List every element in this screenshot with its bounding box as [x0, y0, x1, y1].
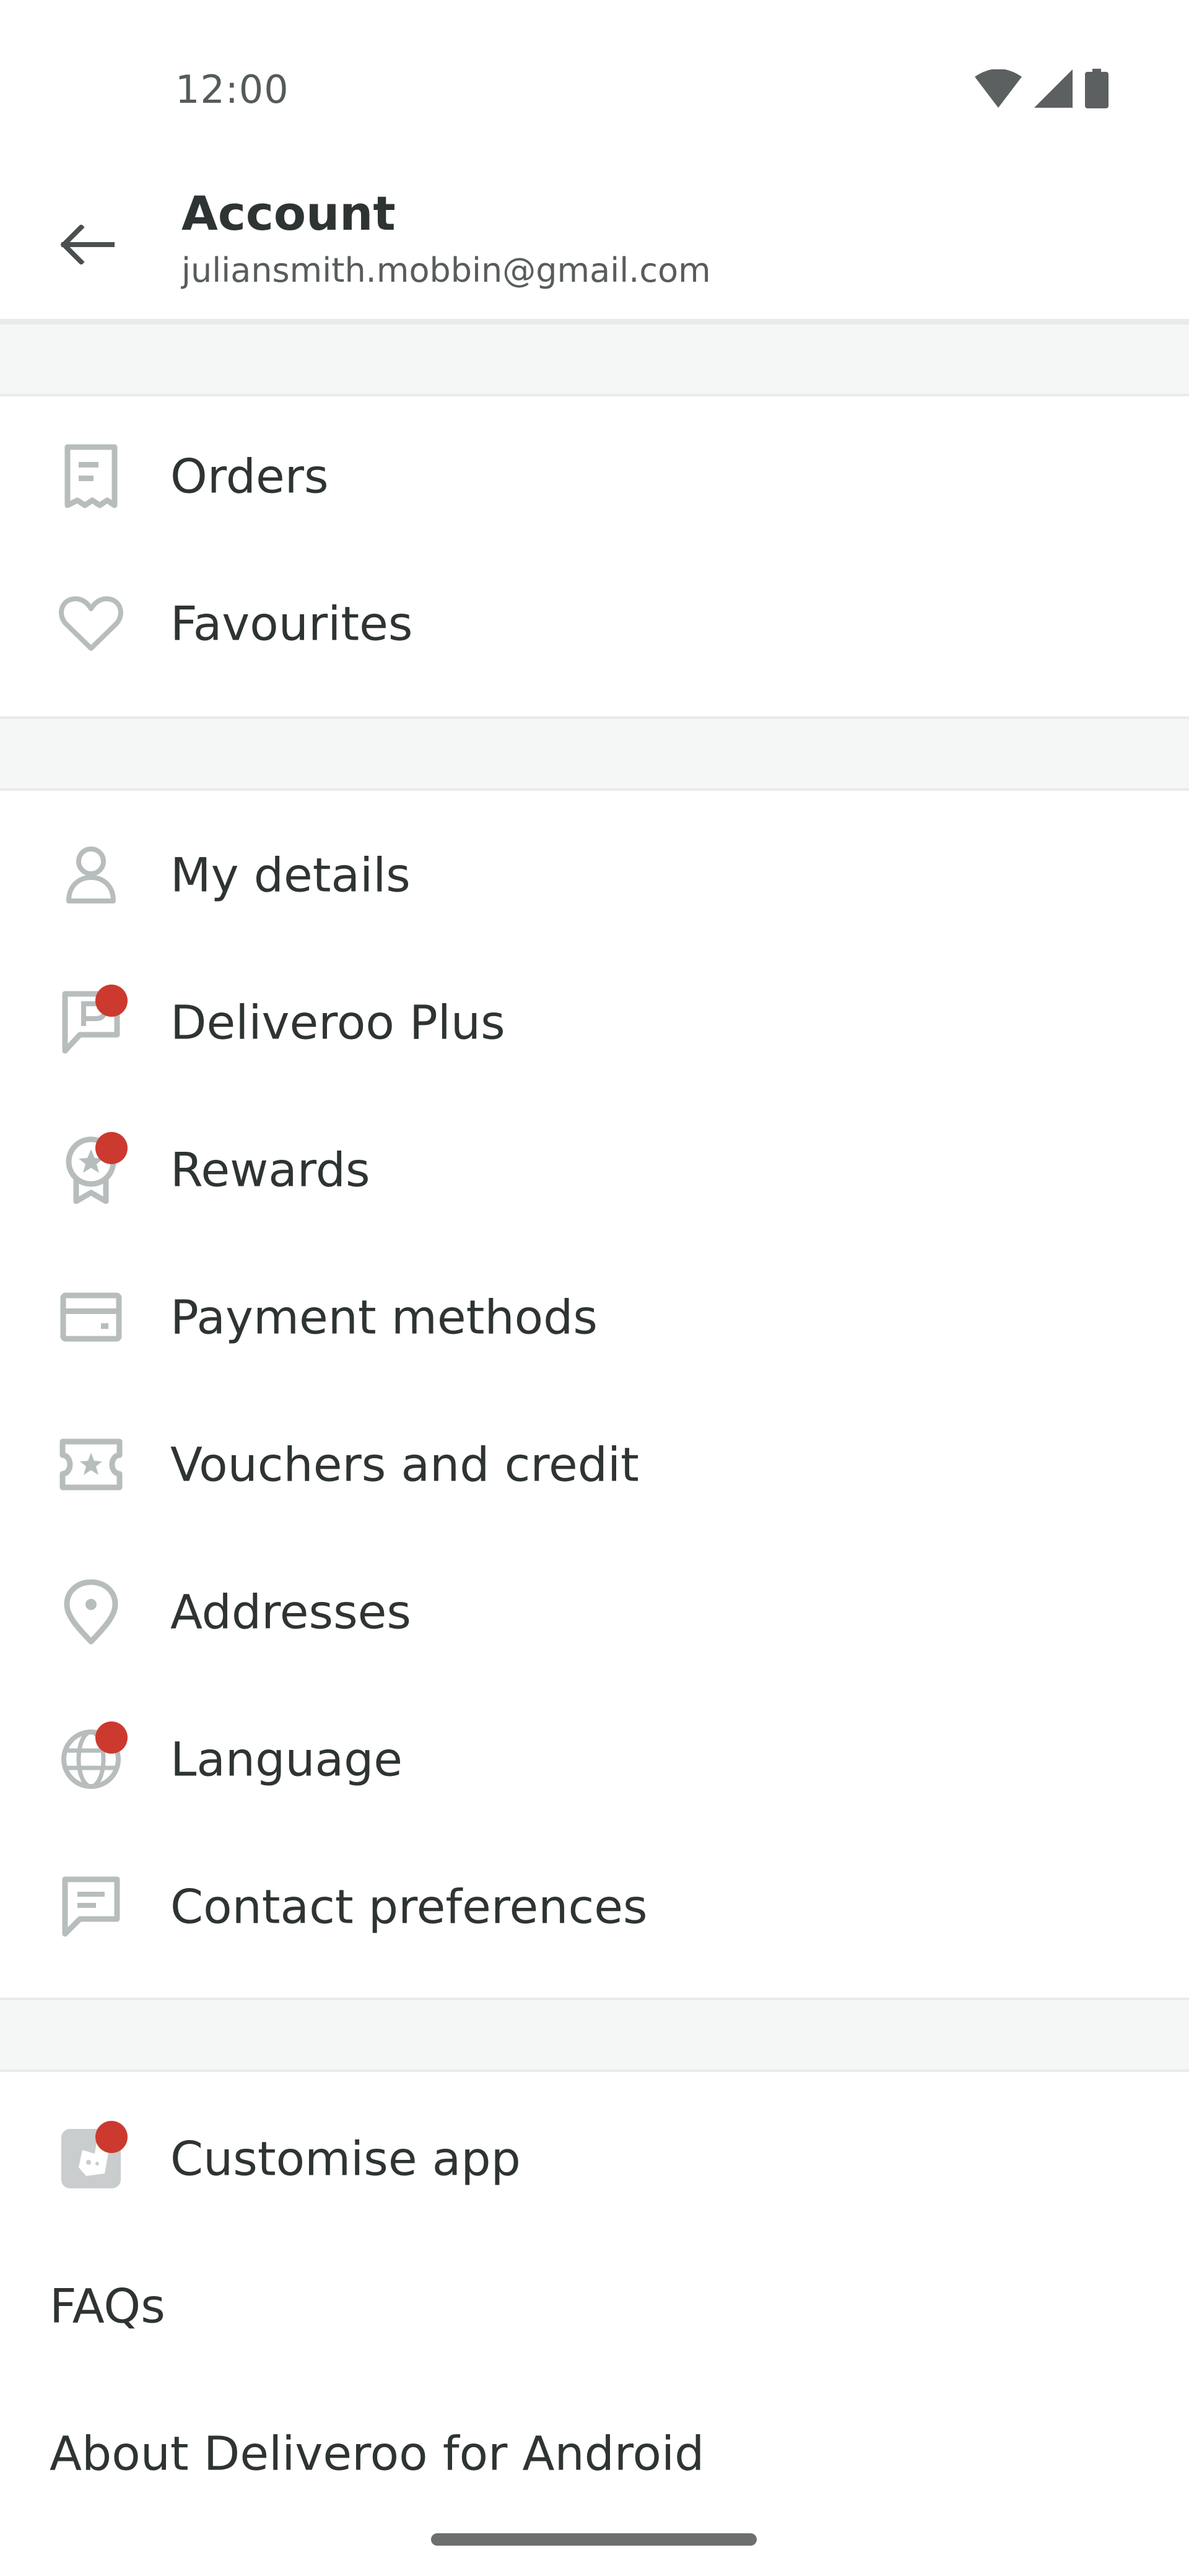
menu-item-favourites[interactable]: Favourites [0, 550, 1189, 697]
receipt-icon [50, 435, 133, 518]
app-bar: Account juliansmith.mobbin@gmail.com [0, 180, 1189, 323]
status-icons [975, 67, 1108, 110]
back-button[interactable] [53, 211, 121, 279]
home-gesture-bar[interactable] [431, 2533, 757, 2546]
globe-icon-wrap [50, 1718, 133, 1801]
notification-dot [95, 985, 128, 1017]
credit-card-icon [50, 1276, 133, 1359]
menu-item-label: Orders [170, 448, 329, 504]
menu-item-label: Language [170, 1731, 403, 1787]
section-divider [0, 716, 1189, 791]
menu-item-label: Deliveroo Plus [170, 994, 505, 1050]
menu-item-faqs[interactable]: FAQs [0, 2232, 1189, 2380]
menu-item-label: Payment methods [170, 1289, 598, 1345]
menu-item-contact-preferences[interactable]: Contact preferences [0, 1833, 1189, 1980]
menu-item-about[interactable]: About Deliveroo for Android [0, 2380, 1189, 2527]
notification-dot [95, 2121, 128, 2153]
status-time: 12:00 [175, 67, 289, 112]
cellular-signal-icon [1034, 69, 1073, 108]
account-email: juliansmith.mobbin@gmail.com [181, 251, 711, 290]
voucher-ticket-icon [50, 1423, 133, 1506]
menu-item-rewards[interactable]: Rewards [0, 1096, 1189, 1243]
plus-badge-icon-wrap [50, 981, 133, 1064]
arrow-back-icon [59, 225, 115, 264]
menu-item-deliveroo-plus[interactable]: Deliveroo Plus [0, 949, 1189, 1096]
wifi-icon [975, 69, 1022, 108]
rewards-badge-icon-wrap [50, 1128, 133, 1211]
chat-bubble-icon [50, 1865, 133, 1948]
heart-icon [50, 582, 133, 665]
location-pin-icon [50, 1570, 133, 1653]
status-bar: 12:00 [0, 0, 1189, 180]
notification-dot [95, 1132, 128, 1164]
section-divider [0, 1998, 1189, 2072]
page-title: Account [181, 186, 396, 241]
battery-icon [1085, 69, 1108, 108]
menu-item-label: Contact preferences [170, 1879, 648, 1934]
menu-item-orders[interactable]: Orders [0, 402, 1189, 550]
menu-item-label: Vouchers and credit [170, 1437, 639, 1492]
menu-item-my-details[interactable]: My details [0, 801, 1189, 949]
menu-item-label: FAQs [50, 2278, 165, 2334]
person-icon [50, 833, 133, 916]
menu-item-payment-methods[interactable]: Payment methods [0, 1243, 1189, 1391]
section-divider [0, 322, 1189, 396]
menu-item-label: Customise app [170, 2131, 521, 2187]
menu-item-label: Rewards [170, 1142, 370, 1198]
menu-item-label: My details [170, 847, 411, 903]
menu-item-customise-app[interactable]: Customise app [0, 2085, 1189, 2232]
menu-item-label: Favourites [170, 596, 413, 651]
notification-dot [95, 1721, 128, 1754]
menu-item-label: About Deliveroo for Android [50, 2426, 705, 2481]
menu-item-addresses[interactable]: Addresses [0, 1538, 1189, 1686]
menu-item-language[interactable]: Language [0, 1686, 1189, 1833]
menu-item-vouchers-and-credit[interactable]: Vouchers and credit [0, 1391, 1189, 1538]
menu-item-label: Addresses [170, 1584, 412, 1640]
deliveroo-logo-icon-wrap [50, 2117, 133, 2200]
